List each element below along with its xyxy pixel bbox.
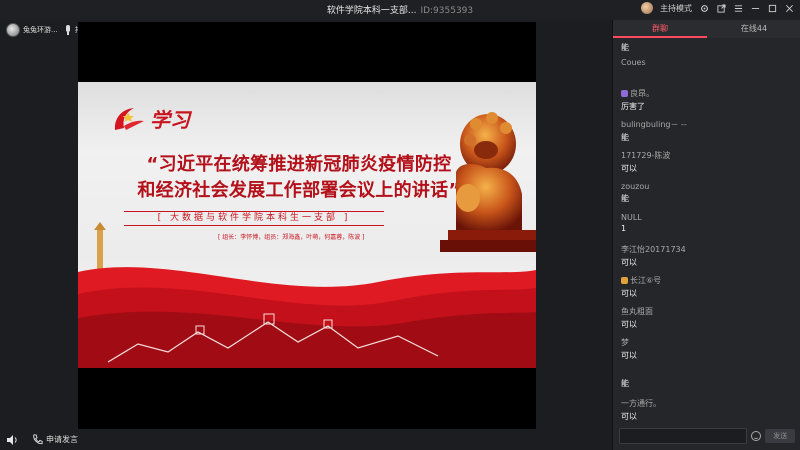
emoji-icon[interactable] bbox=[751, 431, 762, 441]
send-button[interactable]: 发送 bbox=[765, 429, 796, 443]
message-text: 可以 bbox=[621, 320, 637, 329]
menu-icon[interactable] bbox=[733, 3, 743, 13]
room-name: 软件学院本科一支部... bbox=[326, 6, 417, 16]
chat-message: 长江⑥号 可以 bbox=[621, 275, 797, 299]
avatar bbox=[6, 23, 20, 37]
level-badge-icon bbox=[621, 90, 628, 97]
message-text: 能 bbox=[621, 43, 629, 52]
logo-text: 学习 bbox=[150, 108, 190, 132]
slide: 学习 “习近平在统筹推进新冠肺炎疫情防控 和经济社会发展工作部署会议上的讲话” … bbox=[78, 82, 536, 368]
speaker-volume-icon[interactable] bbox=[6, 434, 18, 446]
minimize-icon[interactable] bbox=[750, 3, 760, 13]
message-text: 1 bbox=[621, 224, 627, 233]
party-emblem-icon bbox=[114, 107, 144, 130]
maximize-icon[interactable] bbox=[767, 3, 777, 13]
message-sender: 171729-陈波 bbox=[621, 151, 671, 160]
chat-message: 良昂。 厉害了 bbox=[621, 88, 797, 112]
chat-message: Coues bbox=[621, 58, 797, 67]
host-avatar[interactable] bbox=[641, 2, 653, 14]
speaker-name: 兔兔环游... bbox=[23, 26, 58, 34]
room-id: ID:9355393 bbox=[420, 6, 474, 16]
message-text: 可以 bbox=[621, 258, 637, 267]
title-bar: 软件学院本科一支部... ID:9355393 主持模式 bbox=[0, 0, 800, 20]
study-logo: 学习 bbox=[112, 104, 190, 133]
message-sender: zouzou bbox=[621, 182, 650, 191]
message-sender: NULL bbox=[621, 213, 642, 222]
chat-message: 李江怡20171734 可以 bbox=[621, 244, 797, 268]
tab-online-users[interactable]: 在线44 bbox=[707, 20, 800, 38]
close-icon[interactable] bbox=[784, 3, 794, 13]
speaker-seat[interactable]: 兔兔环游... bbox=[6, 23, 58, 37]
chat-message: 鱼丸粗面 可以 bbox=[621, 306, 797, 330]
chat-input-row: 发送 bbox=[619, 428, 796, 444]
message-text: 可以 bbox=[621, 351, 637, 360]
host-mode-label[interactable]: 主持模式 bbox=[660, 3, 692, 14]
message-sender: 一方通行。 bbox=[621, 399, 661, 408]
share-icon[interactable] bbox=[716, 3, 726, 13]
message-text: 可以 bbox=[621, 164, 637, 173]
apply-to-speak-label: 申请发言 bbox=[46, 435, 78, 444]
slide-subtitle: [ 大数据与软件学院本科生一支部 ] bbox=[124, 211, 384, 226]
message-sender: Coues bbox=[621, 58, 646, 67]
bottom-bar bbox=[0, 430, 612, 450]
chat-message: bulingbuling－ -- 能 bbox=[621, 119, 797, 143]
presentation-stage: 学习 “习近平在统筹推进新冠肺炎疫情防控 和经济社会发展工作部署会议上的讲话” … bbox=[78, 22, 536, 429]
chat-message: 171729-陈波 可以 bbox=[621, 150, 797, 174]
message-text: 能 bbox=[621, 379, 629, 388]
phone-icon bbox=[33, 434, 43, 445]
message-sender: 良昂。 bbox=[621, 88, 797, 99]
chat-input[interactable] bbox=[619, 428, 748, 444]
message-text: 可以 bbox=[621, 412, 637, 421]
tab-group-chat[interactable]: 群聊 bbox=[613, 20, 707, 38]
window-controls: 主持模式 bbox=[641, 2, 794, 14]
meeting-window: 软件学院本科一支部... ID:9355393 主持模式 兔兔环游... 学习 … bbox=[0, 0, 800, 450]
level-badge-icon bbox=[621, 277, 628, 284]
settings-icon[interactable] bbox=[699, 3, 709, 13]
message-sender: 长江⑥号 bbox=[621, 275, 797, 286]
chat-tabs: 群聊 在线44 bbox=[613, 20, 800, 38]
chat-message: NULL 1 bbox=[621, 213, 797, 233]
message-sender: 梦 bbox=[621, 338, 629, 347]
chat-panel: 群聊 在线44 能 Coues 良昂。 厉害了 bulingbuling－ --… bbox=[612, 20, 800, 450]
red-wave-background bbox=[78, 267, 536, 368]
message-text: 厉害了 bbox=[621, 102, 645, 111]
message-sender: 鱼丸粗面 bbox=[621, 307, 653, 316]
apply-to-speak-button[interactable]: 申请发言 bbox=[32, 434, 78, 445]
message-text: 能 bbox=[621, 194, 629, 203]
message-text: 可以 bbox=[621, 289, 637, 298]
message-sender: bulingbuling－ -- bbox=[621, 120, 687, 129]
chat-message: zouzou 能 bbox=[621, 182, 797, 204]
stone-lion-image bbox=[440, 112, 536, 252]
chat-message: 一方通行。 可以 bbox=[621, 398, 797, 422]
chat-message: 能 bbox=[621, 376, 797, 389]
mic-seat-bar: 兔兔环游... 排麦 bbox=[6, 23, 89, 37]
chat-message: 梦 可以 bbox=[621, 337, 797, 361]
slide-members: [ 组长：李怀博，组员：郑海鑫，叶萌，何嘉蓉，陈波 ] bbox=[218, 234, 365, 241]
message-text: 能 bbox=[621, 133, 629, 142]
message-sender: 李江怡20171734 bbox=[621, 245, 686, 254]
chat-message: 能 bbox=[621, 40, 797, 53]
microphone-icon bbox=[64, 24, 72, 36]
